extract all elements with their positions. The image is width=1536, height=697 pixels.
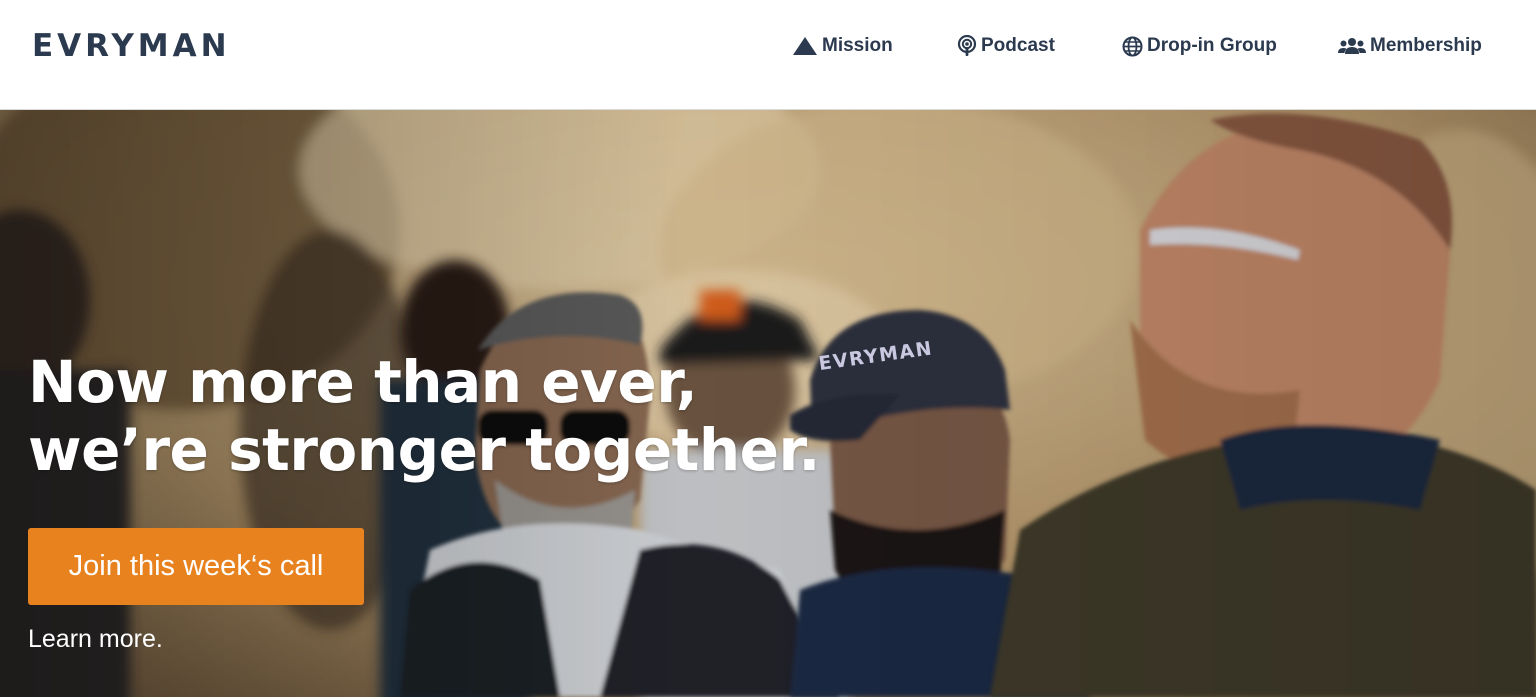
hero-section: EVRYMAN Now more than ever, we’re strong… <box>0 110 1536 697</box>
podcast-icon <box>957 35 981 57</box>
learn-more-link[interactable]: Learn more. <box>28 625 163 654</box>
join-call-button[interactable]: Join this week‘s call <box>28 528 364 605</box>
hero-headline: Now more than ever, we’re stronger toget… <box>28 348 928 484</box>
nav-item-membership[interactable]: Membership <box>1338 34 1482 58</box>
users-icon <box>1338 36 1370 56</box>
headline-line-1: Now more than ever, <box>28 348 698 416</box>
site-header: EVRYMAN Mission Podcast Drop-in Group Me… <box>0 0 1536 110</box>
nav-item-drop-in-group[interactable]: Drop-in Group <box>1122 34 1277 58</box>
nav-label: Mission <box>822 35 893 56</box>
globe-icon <box>1122 36 1147 57</box>
nav-label: Podcast <box>981 35 1055 56</box>
main-nav: Mission Podcast Drop-in Group Membership <box>0 34 1536 58</box>
mountain-icon <box>792 36 822 56</box>
headline-line-2: we’re stronger together. <box>28 416 820 484</box>
nav-label: Drop-in Group <box>1147 35 1277 56</box>
nav-item-mission[interactable]: Mission <box>792 34 893 58</box>
nav-item-podcast[interactable]: Podcast <box>957 34 1055 58</box>
nav-label: Membership <box>1370 35 1482 56</box>
